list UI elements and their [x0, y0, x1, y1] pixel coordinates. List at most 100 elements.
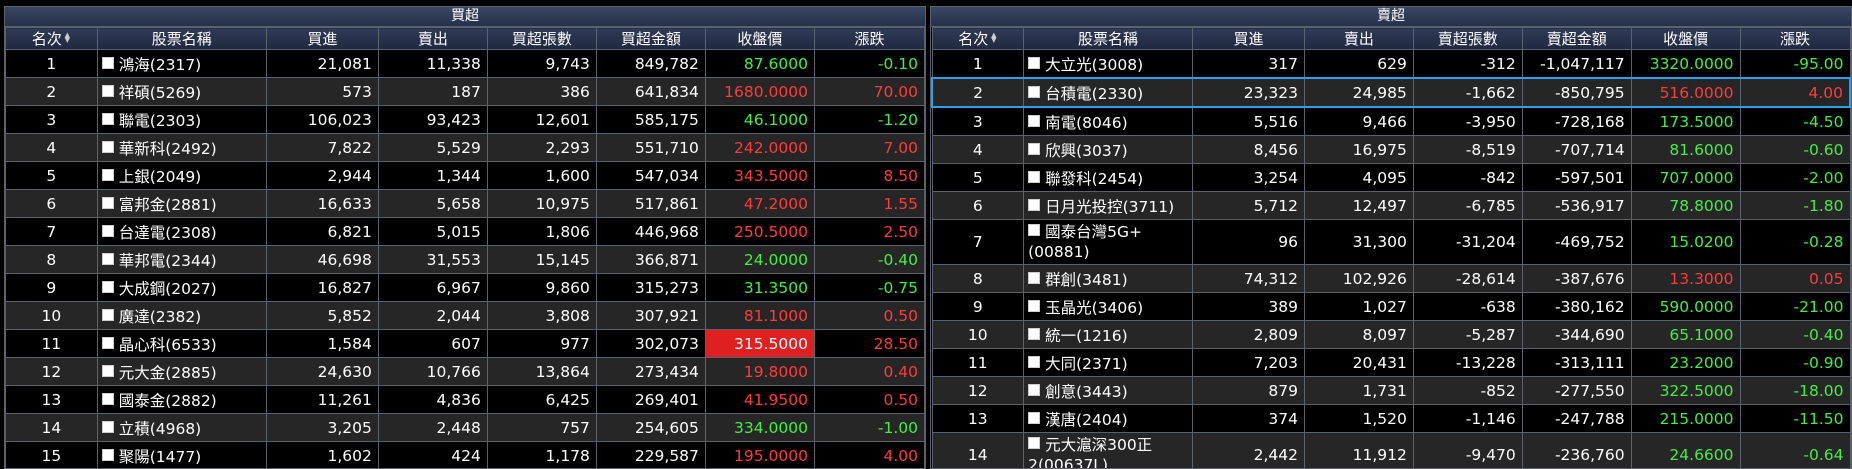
stock-name-cell[interactable]: 聯發科(2454)	[1023, 163, 1194, 192]
stock-name[interactable]: 聯電(2303)	[119, 112, 202, 130]
net-buy-header-3[interactable]: 賣出	[377, 27, 488, 50]
stock-name[interactable]: 台達電(2308)	[119, 224, 217, 242]
row-checkbox[interactable]	[1028, 327, 1041, 340]
stock-name-cell[interactable]: 群創(3481)	[1023, 264, 1194, 293]
stock-name-cell[interactable]: 大同(2371)	[1023, 348, 1194, 377]
stock-name[interactable]: 創意(3443)	[1045, 383, 1128, 401]
row-checkbox[interactable]	[1028, 299, 1041, 312]
stock-name-cell[interactable]: 廣達(2382)	[96, 301, 267, 330]
row-checkbox[interactable]	[101, 196, 114, 209]
table-row[interactable]: 9 大成鋼(2027) 16,827 6,967 9,860 315,273 31.3500…	[5, 273, 925, 302]
stock-name-cell[interactable]: 晶心科(6533)	[96, 329, 267, 358]
row-checkbox[interactable]	[101, 308, 114, 321]
stock-name-cell[interactable]: 聯電(2303)	[96, 105, 267, 134]
stock-name[interactable]: 統一(1216)	[1045, 327, 1128, 345]
table-row[interactable]: 14 元大滬深300正2(00637L) 2,442 11,912 -9,470 -236…	[931, 432, 1851, 468]
row-checkbox[interactable]	[101, 392, 114, 405]
table-row[interactable]: 6 日月光投控(3711) 5,712 12,497 -6,785 -536,917 78.…	[931, 191, 1851, 220]
net-sell-header-2[interactable]: 買進	[1192, 27, 1305, 50]
table-row[interactable]: 8 華邦電(2344) 46,698 31,553 15,145 366,871 24.00…	[5, 245, 925, 274]
stock-name[interactable]: 漢唐(2404)	[1045, 411, 1128, 429]
table-row[interactable]: 9 玉晶光(3406) 389 1,027 -638 -380,162 590.0000 -2…	[931, 292, 1851, 321]
stock-name-cell[interactable]: 立積(4968)	[96, 413, 267, 442]
row-checkbox[interactable]	[1028, 198, 1041, 211]
stock-name[interactable]: 華邦電(2344)	[119, 252, 217, 270]
stock-name-cell[interactable]: 國泰台灣5G+(00881)	[1023, 219, 1194, 265]
stock-name-cell[interactable]: 大成鋼(2027)	[96, 273, 267, 302]
stock-name[interactable]: 國泰金(2882)	[119, 392, 217, 410]
table-row[interactable]: 11 大同(2371) 7,203 20,431 -13,228 -313,111 23.2…	[931, 348, 1851, 377]
table-row[interactable]: 2 台積電(2330) 23,323 24,985 -1,662 -850,795 516.…	[931, 77, 1851, 108]
stock-name[interactable]: 大立光(3008)	[1045, 56, 1143, 74]
stock-name[interactable]: 華新科(2492)	[119, 140, 217, 158]
stock-name[interactable]: 元大金(2885)	[119, 364, 217, 382]
stock-name[interactable]: 祥碩(5269)	[119, 84, 202, 102]
stock-name[interactable]: 台積電(2330)	[1045, 85, 1143, 103]
stock-name[interactable]: 富邦金(2881)	[119, 196, 217, 214]
stock-name-cell[interactable]: 聚陽(1477)	[96, 441, 267, 468]
net-buy-header-0[interactable]: 名次 ▲▼	[5, 27, 98, 50]
net-buy-header-7[interactable]: 漲跌	[813, 27, 925, 50]
stock-name[interactable]: 晶心科(6533)	[119, 336, 217, 354]
table-row[interactable]: 5 上銀(2049) 2,944 1,344 1,600 547,034 343.5000 8…	[5, 161, 925, 190]
sort-arrows-icon[interactable]: ▲▼	[64, 32, 71, 44]
row-checkbox[interactable]	[101, 280, 114, 293]
row-checkbox[interactable]	[101, 84, 114, 97]
net-buy-header-6[interactable]: 收盤價	[704, 27, 815, 50]
stock-name[interactable]: 大成鋼(2027)	[119, 280, 217, 298]
net-sell-header-5[interactable]: 賣超金額	[1521, 27, 1632, 50]
stock-name-cell[interactable]: 上銀(2049)	[96, 161, 267, 190]
net-buy-header-4[interactable]: 買超張數	[486, 27, 597, 50]
net-sell-header-3[interactable]: 賣出	[1303, 27, 1414, 50]
table-row[interactable]: 11 晶心科(6533) 1,584 607 977 302,073 315.5000 28.…	[5, 329, 925, 358]
table-row[interactable]: 3 聯電(2303) 106,023 93,423 12,601 585,175 46.10…	[5, 105, 925, 134]
row-checkbox[interactable]	[101, 224, 114, 237]
stock-name-cell[interactable]: 日月光投控(3711)	[1023, 191, 1194, 220]
row-checkbox[interactable]	[1028, 56, 1041, 69]
stock-name[interactable]: 上銀(2049)	[119, 168, 202, 186]
stock-name-cell[interactable]: 富邦金(2881)	[96, 189, 267, 218]
net-sell-header-1[interactable]: 股票名稱	[1023, 27, 1194, 50]
stock-name[interactable]: 元大滬深300正2(00637L)	[1028, 436, 1152, 468]
stock-name-cell[interactable]: 南電(8046)	[1023, 106, 1194, 136]
row-checkbox[interactable]	[101, 448, 114, 461]
row-checkbox[interactable]	[1028, 85, 1041, 98]
stock-name-cell[interactable]: 台積電(2330)	[1023, 77, 1194, 108]
table-row[interactable]: 3 南電(8046) 5,516 9,466 -3,950 -728,168 173.500…	[931, 106, 1851, 136]
row-checkbox[interactable]	[1028, 114, 1041, 127]
table-row[interactable]: 15 聚陽(1477) 1,602 424 1,178 229,587 195.0000 4.…	[5, 441, 925, 468]
net-sell-header-0[interactable]: 名次 ▲▼	[931, 27, 1025, 50]
stock-name-cell[interactable]: 漢唐(2404)	[1023, 404, 1194, 433]
row-checkbox[interactable]	[1028, 437, 1041, 449]
stock-name-cell[interactable]: 創意(3443)	[1023, 376, 1194, 405]
row-checkbox[interactable]	[1028, 170, 1041, 183]
stock-name-cell[interactable]: 欣興(3037)	[1023, 135, 1194, 164]
stock-name[interactable]: 大同(2371)	[1045, 355, 1128, 373]
stock-name-cell[interactable]: 華新科(2492)	[96, 133, 267, 162]
row-checkbox[interactable]	[101, 112, 114, 125]
stock-name-cell[interactable]: 統一(1216)	[1023, 320, 1194, 349]
stock-name-cell[interactable]: 國泰金(2882)	[96, 385, 267, 414]
stock-name[interactable]: 廣達(2382)	[119, 308, 202, 326]
stock-name[interactable]: 日月光投控(3711)	[1045, 198, 1174, 216]
stock-name-cell[interactable]: 台達電(2308)	[96, 217, 267, 246]
row-checkbox[interactable]	[101, 168, 114, 181]
row-checkbox[interactable]	[101, 252, 114, 265]
stock-name[interactable]: 玉晶光(3406)	[1045, 299, 1143, 317]
stock-name-cell[interactable]: 玉晶光(3406)	[1023, 292, 1194, 321]
net-sell-header-6[interactable]: 收盤價	[1630, 27, 1741, 50]
table-row[interactable]: 8 群創(3481) 74,312 102,926 -28,614 -387,676 13.…	[931, 264, 1851, 293]
stock-name-cell[interactable]: 元大滬深300正2(00637L)	[1023, 432, 1194, 468]
stock-name-cell[interactable]: 祥碩(5269)	[96, 77, 267, 106]
table-row[interactable]: 10 廣達(2382) 5,852 2,044 3,808 307,921 81.1000 0…	[5, 301, 925, 330]
table-row[interactable]: 12 創意(3443) 879 1,731 -852 -277,550 322.5000 -1…	[931, 376, 1851, 405]
row-checkbox[interactable]	[101, 336, 114, 349]
row-checkbox[interactable]	[101, 364, 114, 377]
sort-arrows-icon[interactable]: ▲▼	[990, 32, 997, 44]
net-buy-header-2[interactable]: 買進	[265, 27, 379, 50]
net-buy-header-1[interactable]: 股票名稱	[96, 27, 267, 50]
row-checkbox[interactable]	[1028, 383, 1041, 396]
row-checkbox[interactable]	[101, 56, 114, 69]
stock-name[interactable]: 鴻海(2317)	[119, 56, 202, 74]
table-row[interactable]: 14 立積(4968) 3,205 2,448 757 254,605 334.0000 -1…	[5, 413, 925, 442]
